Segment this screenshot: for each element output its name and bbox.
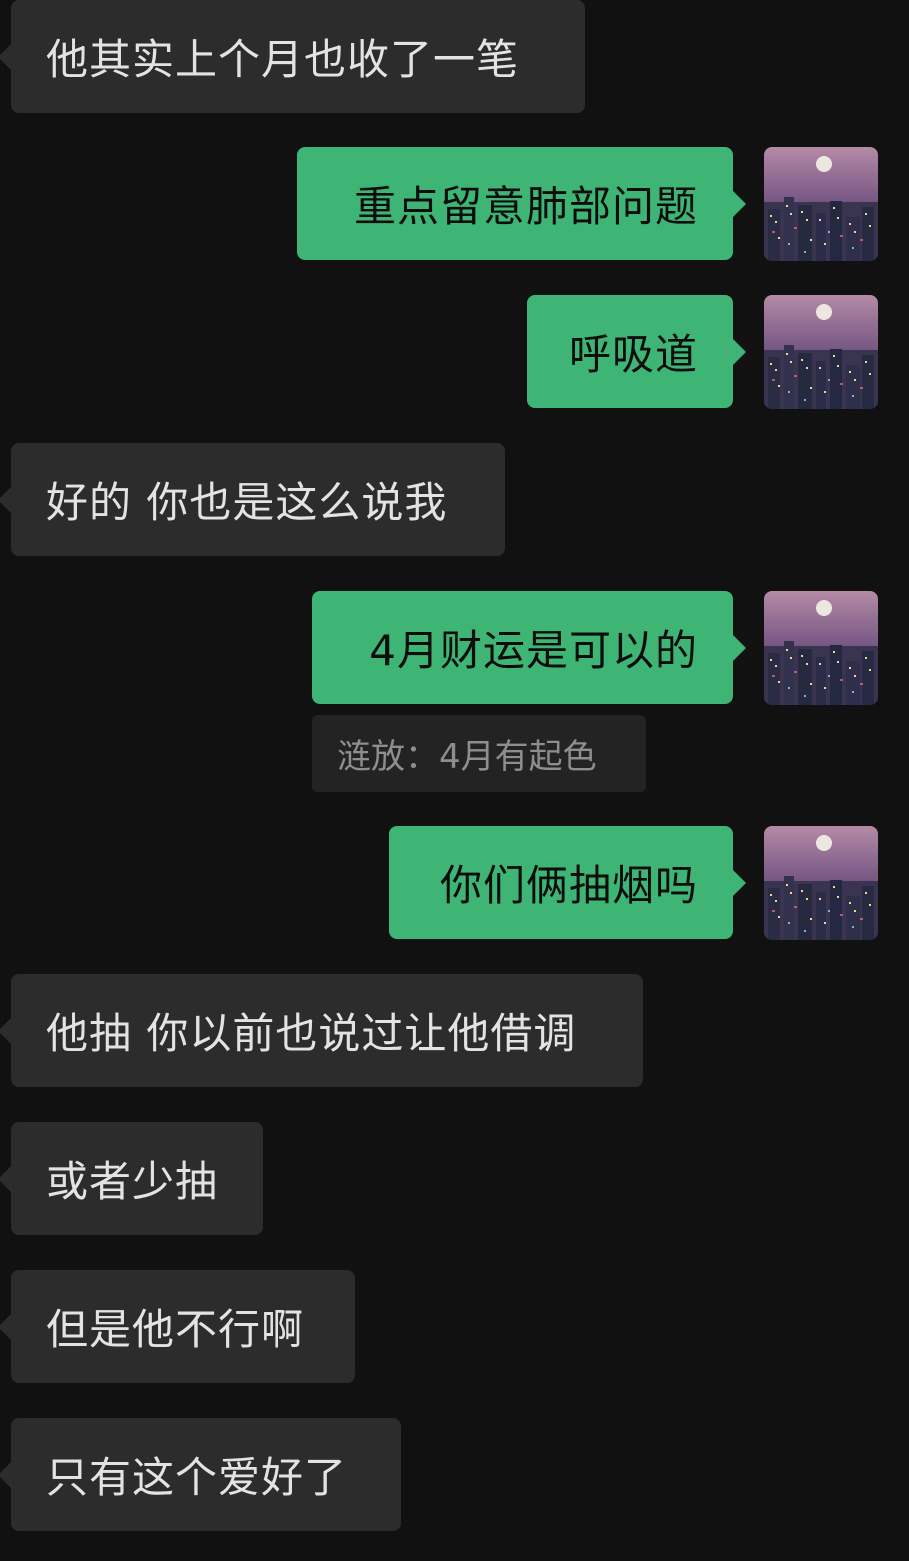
city-night-avatar-icon [764, 591, 878, 705]
incoming-message-bubble[interactable]: 只有这个爱好了 [0, 1418, 401, 1531]
message-text: 好的 你也是这么说我 [46, 478, 448, 527]
outgoing-message-bubble[interactable]: 重点留意肺部问题 [297, 147, 746, 260]
quoted-reply-text: 涟放：4月有起色 [337, 737, 597, 777]
avatar[interactable] [764, 591, 878, 705]
message-text: 他其实上个月也收了一笔 [46, 35, 520, 84]
incoming-message-bubble[interactable]: 他其实上个月也收了一笔 [0, 0, 585, 113]
avatar[interactable] [764, 295, 878, 409]
outgoing-message-bubble[interactable]: 你们俩抽烟吗 [389, 826, 746, 939]
message-text: 只有这个爱好了 [46, 1453, 348, 1502]
avatar[interactable] [764, 147, 878, 261]
message-text: 你们俩抽烟吗 [439, 861, 698, 910]
incoming-message-bubble[interactable]: 好的 你也是这么说我 [0, 443, 505, 556]
city-night-avatar-icon [764, 295, 878, 409]
city-night-avatar-icon [764, 147, 878, 261]
incoming-message-bubble[interactable]: 他抽 你以前也说过让他借调 [0, 974, 643, 1087]
avatar[interactable] [764, 826, 878, 940]
city-night-avatar-icon [764, 826, 878, 940]
outgoing-message-bubble[interactable]: 呼吸道 [527, 295, 746, 408]
outgoing-message-bubble[interactable]: 4月财运是可以的 [312, 591, 746, 704]
quoted-reply[interactable]: 涟放：4月有起色 [312, 715, 646, 792]
message-text: 他抽 你以前也说过让他借调 [46, 1009, 577, 1058]
message-text: 但是他不行啊 [46, 1305, 305, 1354]
message-text: 或者少抽 [46, 1157, 219, 1206]
incoming-message-bubble[interactable]: 或者少抽 [0, 1122, 263, 1235]
message-text: 重点留意肺部问题 [353, 182, 698, 231]
message-text: 呼吸道 [568, 330, 698, 379]
message-text: 4月财运是可以的 [369, 626, 698, 675]
incoming-message-bubble[interactable]: 但是他不行啊 [0, 1270, 355, 1383]
